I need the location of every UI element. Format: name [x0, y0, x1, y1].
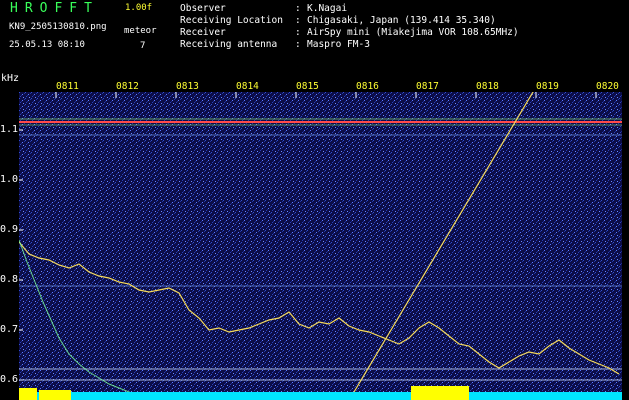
- info-key: Observer: [180, 3, 226, 14]
- meteor-count: 7: [140, 41, 146, 51]
- info-value: AirSpy mini (Miakejima VOR 108.65MHz): [307, 27, 519, 38]
- meteor-label: meteor: [124, 26, 157, 36]
- y-tick-label: 0.7: [0, 324, 19, 335]
- info-sep: :: [295, 15, 301, 26]
- y-tick-label: 1.1: [0, 124, 19, 135]
- info-row-observer: Observer: K.Nagai: [180, 3, 347, 14]
- x-tick-label: 0818: [476, 81, 499, 92]
- info-key: Receiving Location: [180, 15, 283, 26]
- info-value: K.Nagai: [307, 3, 348, 14]
- x-tick-label: 0814: [236, 81, 259, 92]
- datetime-label: 25.05.13 08:10: [9, 40, 85, 50]
- x-tick-label: 0815: [296, 81, 319, 92]
- y-tick-label: 1.0: [0, 174, 19, 185]
- y-tick-label: 0.9: [0, 224, 19, 235]
- info-key: Receiving antenna: [180, 39, 278, 50]
- x-tick-label: 0811: [56, 81, 79, 92]
- x-tick-label: 0812: [116, 81, 139, 92]
- x-tick-label: 0813: [176, 81, 199, 92]
- app-name: HROFFT: [10, 1, 99, 16]
- noise-background: [19, 92, 622, 400]
- y-axis-unit: kHz: [1, 73, 20, 84]
- x-tick-label: 0817: [416, 81, 439, 92]
- info-row-receiver: Receiver: AirSpy mini (Miakejima VOR 108.…: [180, 27, 519, 38]
- meteor-marker: [19, 388, 37, 400]
- spectrogram-canvas: [19, 92, 622, 400]
- info-row-location: Receiving Location: Chigasaki, Japan (139…: [180, 15, 496, 26]
- info-value: Maspro FM-3: [307, 39, 370, 50]
- version-label: 1.00f: [125, 3, 153, 13]
- meteor-marker: [411, 386, 469, 400]
- x-tick-label: 0816: [356, 81, 379, 92]
- info-row-antenna: Receiving antenna: Maspro FM-3: [180, 39, 370, 50]
- info-value: Chigasaki, Japan (139.414 35.340): [307, 15, 496, 26]
- info-sep: :: [295, 3, 301, 14]
- x-tick-label: 0820: [596, 81, 619, 92]
- info-key: Receiver: [180, 27, 226, 38]
- x-tick-label: 0819: [536, 81, 559, 92]
- meteor-marker: [39, 390, 71, 400]
- info-sep: :: [295, 39, 301, 50]
- y-tick-label: 0.8: [0, 274, 19, 285]
- info-sep: :: [295, 27, 301, 38]
- y-tick-label: 0.6: [0, 374, 19, 385]
- filename-label: KN9_2505130810.png: [9, 22, 107, 32]
- scale-bar: [19, 392, 622, 400]
